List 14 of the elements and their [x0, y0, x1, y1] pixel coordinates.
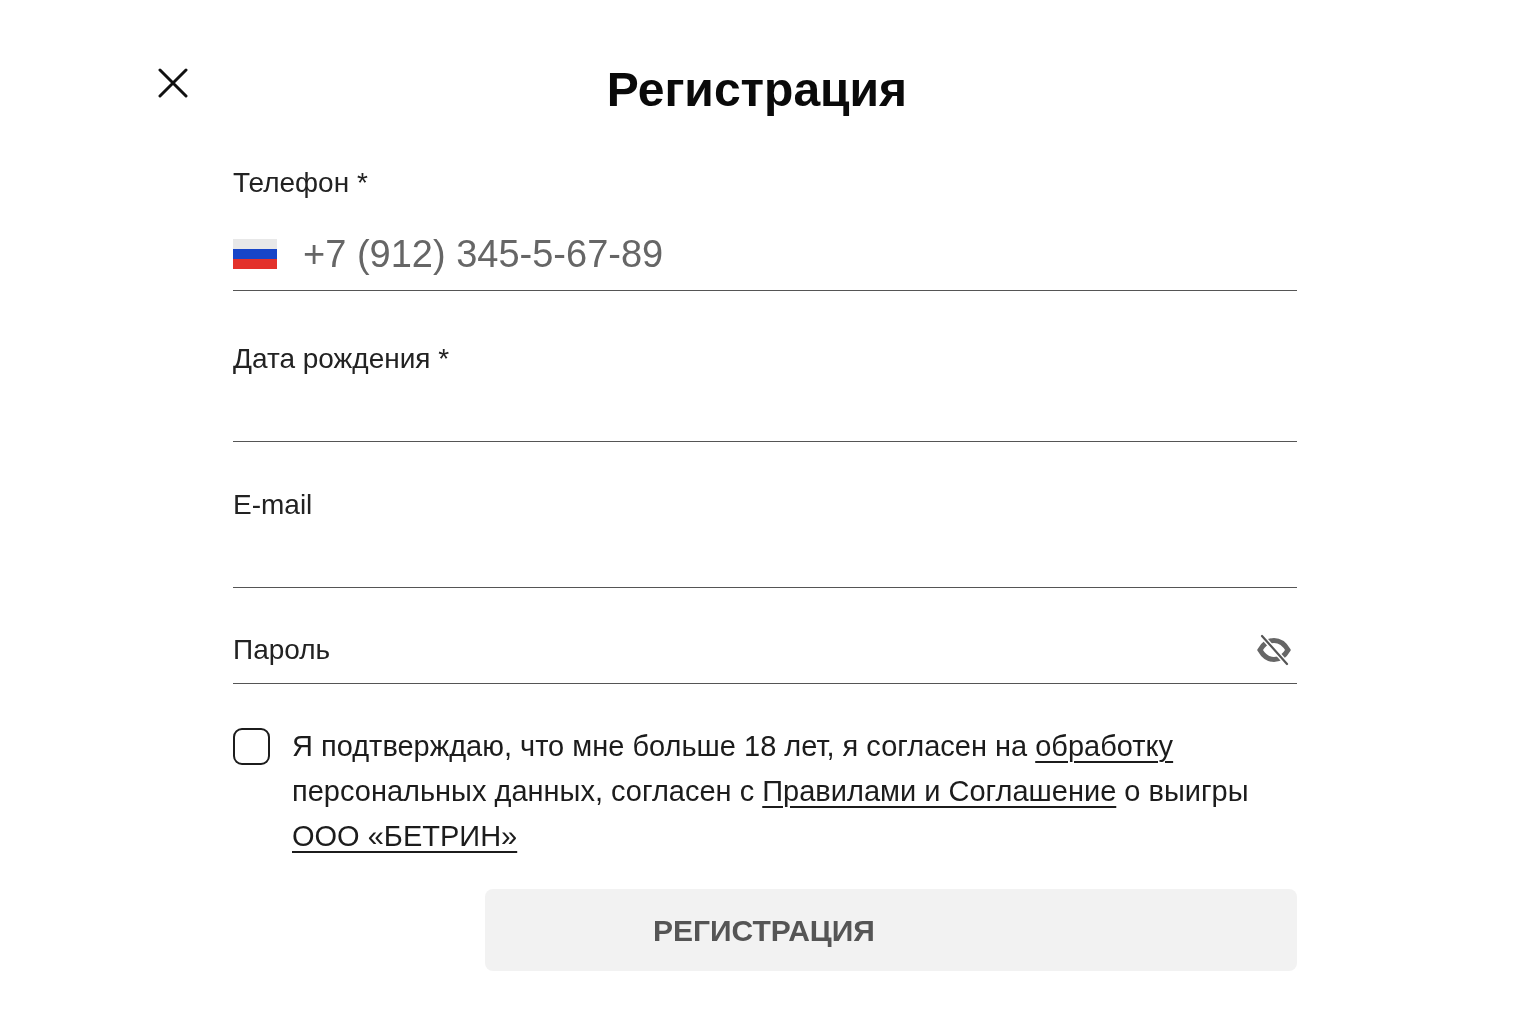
page-title: Регистрация [606, 62, 908, 118]
flag-icon [233, 239, 277, 269]
consent-link[interactable]: обработку [1035, 730, 1174, 762]
close-icon[interactable] [158, 68, 188, 98]
phone-input[interactable]: +7 (912) 345-5-67-89 [303, 229, 1297, 279]
consent-link[interactable]: ООО «БЕТРИН» [292, 820, 518, 852]
field-label: Дата рождения * [233, 342, 451, 376]
field-label: Телефон * [233, 166, 369, 200]
consent-link[interactable]: Правилами и Соглашение [762, 775, 1117, 807]
eye-slash-icon[interactable] [1257, 633, 1291, 666]
field-label: E-mail [233, 488, 314, 522]
consent-text: Я подтверждаю, что мне больше 18 лет, я согласен на обработку персональных данных, согласен с Правилами и Соглашение о выигры ООО «БЕТРИН» [292, 729, 1249, 854]
consent-checkbox[interactable] [233, 728, 270, 765]
password-input[interactable]: Пароль [233, 627, 1241, 672]
